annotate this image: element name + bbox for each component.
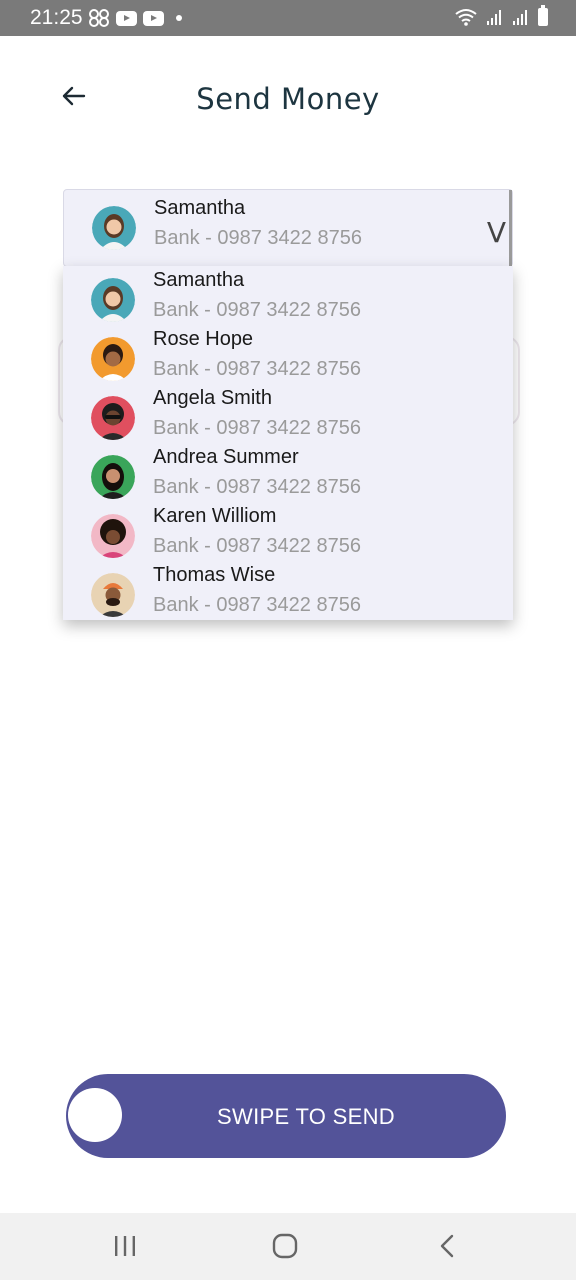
wifi-icon — [455, 9, 477, 26]
swipe-to-send-button[interactable]: SWIPE TO SEND — [66, 1074, 506, 1158]
selected-recipient-name: Samantha — [154, 197, 246, 219]
page-title: Send Money — [196, 82, 380, 116]
recipient-account: Bank - 0987 3422 8756 — [153, 358, 361, 380]
avatar — [91, 573, 135, 617]
home-icon[interactable] — [272, 1233, 298, 1259]
recipient-account: Bank - 0987 3422 8756 — [153, 299, 361, 321]
recipient-name: Rose Hope — [153, 328, 254, 350]
navigation-bar — [0, 1213, 576, 1280]
scrollbar — [509, 190, 512, 268]
status-icons-right — [454, 5, 548, 26]
avatar — [91, 396, 135, 440]
list-item[interactable]: Andrea Summer Bank - 0987 3422 8756 — [63, 443, 513, 502]
selected-recipient: Samantha Bank - 0987 3422 8756 — [64, 194, 514, 253]
loop-icon — [89, 9, 109, 27]
status-icons-left — [88, 8, 182, 28]
recipient-account: Bank - 0987 3422 8756 — [153, 417, 361, 439]
recipient-select[interactable]: Samantha Bank - 0987 3422 8756 V — [63, 189, 514, 268]
battery-icon — [538, 5, 548, 26]
avatar — [91, 514, 135, 558]
list-item[interactable]: Thomas Wise Bank - 0987 3422 8756 — [63, 561, 513, 620]
list-item[interactable]: Angela Smith Bank - 0987 3422 8756 — [63, 384, 513, 443]
avatar — [91, 337, 135, 381]
recipient-dropdown-list: Samantha Bank - 0987 3422 8756 Rose Hope… — [63, 266, 513, 620]
signal-icon — [513, 10, 527, 25]
chevron-down-icon[interactable]: V — [487, 216, 506, 249]
selected-recipient-account: Bank - 0987 3422 8756 — [154, 227, 362, 249]
youtube-icon — [116, 10, 137, 26]
avatar — [92, 206, 136, 250]
recipient-name: Karen Williom — [153, 505, 277, 527]
list-item[interactable]: Samantha Bank - 0987 3422 8756 — [63, 266, 513, 325]
signal-icon — [487, 10, 501, 25]
recipient-name: Andrea Summer — [153, 446, 299, 468]
recipient-account: Bank - 0987 3422 8756 — [153, 476, 361, 498]
recent-apps-icon[interactable] — [112, 1235, 138, 1257]
back-icon[interactable] — [436, 1233, 458, 1259]
avatar — [91, 455, 135, 499]
list-item[interactable]: Rose Hope Bank - 0987 3422 8756 — [63, 325, 513, 384]
dot-icon — [176, 15, 182, 21]
status-time: 21:25 — [30, 6, 83, 29]
avatar — [91, 278, 135, 322]
status-bar: 21:25 — [0, 0, 576, 36]
list-item[interactable]: Karen Williom Bank - 0987 3422 8756 — [63, 502, 513, 561]
recipient-name: Thomas Wise — [153, 564, 276, 586]
youtube-icon — [143, 10, 164, 26]
recipient-account: Bank - 0987 3422 8756 — [153, 535, 361, 557]
recipient-name: Angela Smith — [153, 387, 272, 409]
recipient-account: Bank - 0987 3422 8756 — [153, 594, 361, 616]
swipe-label: SWIPE TO SEND — [217, 1104, 395, 1129]
recipient-name: Samantha — [153, 269, 245, 291]
